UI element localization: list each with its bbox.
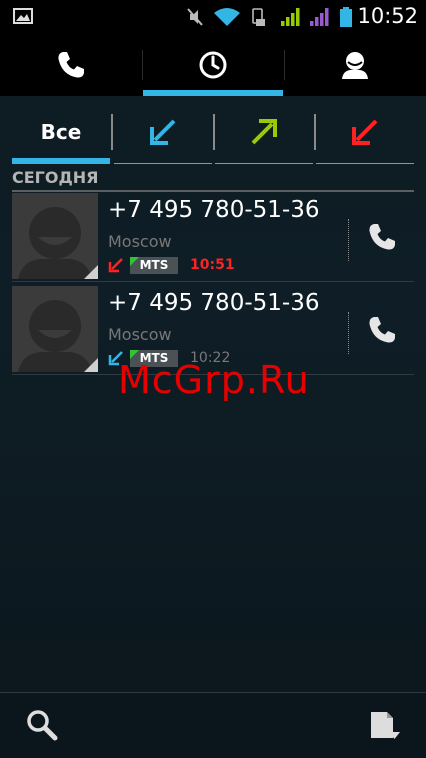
watermark: McGrp.Ru (118, 358, 310, 402)
avatar-corner (84, 358, 98, 372)
sim-badge: MTS (130, 256, 178, 274)
filter-missed[interactable] (316, 100, 414, 164)
filter-underline (114, 163, 212, 164)
overflow-menu-icon (371, 712, 400, 739)
search-icon (27, 710, 58, 741)
signal-green-icon (281, 8, 300, 26)
sim-corner (130, 256, 139, 266)
section-title: СЕГОДНЯ (12, 168, 99, 187)
contact-avatar[interactable] (12, 193, 98, 279)
filter-all-label: Все (40, 120, 82, 144)
filter-all[interactable]: Все (12, 100, 110, 164)
top-tab-bar (0, 34, 426, 96)
call-number: +7 495 780-51-36 (108, 197, 320, 223)
battery-icon (340, 7, 352, 27)
filter-tab-bar: Все (12, 100, 414, 164)
outgoing-arrow-icon (251, 119, 277, 145)
section-header-today: СЕГОДНЯ (12, 168, 414, 192)
phone-icon (369, 317, 395, 343)
person-icon (342, 52, 368, 79)
wifi-icon (214, 8, 240, 26)
call-number: +7 495 780-51-36 (108, 290, 320, 316)
bottom-action-bar (0, 692, 426, 758)
call-log-row[interactable]: +7 495 780-51-36 Moscow MTS 10:51 (12, 193, 414, 282)
avatar-corner (84, 265, 98, 279)
filter-underline (215, 163, 313, 164)
status-bar: 10:52 (0, 0, 426, 34)
filter-divider (111, 114, 113, 150)
signal-purple-icon (310, 8, 329, 26)
phone-tab[interactable] (0, 34, 142, 96)
usb-icon (252, 8, 265, 26)
call-log-tab[interactable] (142, 34, 284, 96)
row-divider (348, 219, 350, 261)
call-location: Moscow (108, 325, 172, 344)
filter-underline (316, 163, 414, 164)
phone-icon (369, 224, 395, 250)
phone-icon (58, 52, 84, 78)
row-divider (348, 312, 350, 354)
call-meta: MTS 10:51 (108, 256, 235, 274)
missed-call-icon (108, 258, 123, 273)
search-button[interactable] (24, 707, 60, 743)
incoming-arrow-icon (150, 119, 176, 145)
filter-underline (12, 158, 110, 164)
missed-arrow-icon (352, 119, 378, 145)
call-location: Moscow (108, 232, 172, 251)
menu-button[interactable] (366, 707, 402, 743)
gallery-icon (13, 8, 33, 24)
call-back-button[interactable] (362, 215, 402, 259)
contact-avatar[interactable] (12, 286, 98, 372)
call-time: 10:51 (190, 257, 235, 273)
mute-icon (187, 8, 203, 26)
filter-incoming[interactable] (114, 100, 212, 164)
status-clock: 10:52 (357, 4, 418, 28)
call-back-button[interactable] (362, 308, 402, 352)
sim-label: MTS (139, 258, 169, 272)
contacts-tab[interactable] (284, 34, 426, 96)
clock-icon (199, 51, 227, 79)
filter-outgoing[interactable] (215, 100, 313, 164)
